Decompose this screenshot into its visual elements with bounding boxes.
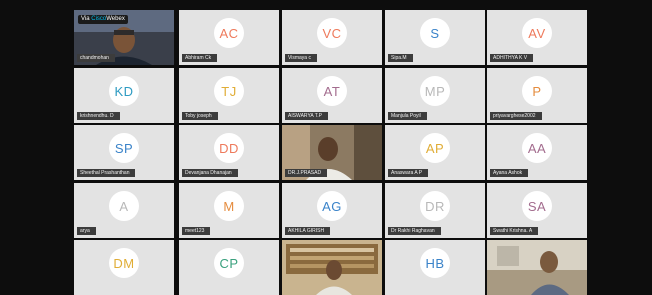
- participant-tile[interactable]: [282, 240, 382, 295]
- participant-name-label: chandmohan: [77, 54, 115, 62]
- badge-product: Webex: [106, 16, 125, 22]
- participant-avatar: TJ: [214, 76, 244, 107]
- participant-tile[interactable]: HB: [385, 240, 485, 295]
- participant-avatar: MP: [420, 76, 450, 107]
- participant-avatar: A: [109, 191, 139, 222]
- participant-name-label: ADHITHYA K V: [490, 54, 534, 62]
- participant-avatar: AC: [214, 18, 244, 49]
- participant-name-label: Anaswara A P: [388, 169, 429, 177]
- participant-avatar: SP: [109, 133, 139, 164]
- participant-tile[interactable]: [487, 240, 587, 295]
- participant-tile[interactable]: VC Vismaya c: [282, 10, 382, 65]
- participant-avatar: DD: [214, 133, 244, 164]
- participant-name-label: Vismaya c: [285, 54, 317, 62]
- participant-avatar: M: [214, 191, 244, 222]
- participant-tile[interactable]: AG AKHILA GIRISH: [282, 183, 382, 238]
- participant-name-label: AISWARYA T.P: [285, 112, 328, 120]
- participant-avatar: AG: [317, 191, 347, 222]
- participant-avatar: AV: [522, 18, 552, 49]
- participant-name-label: Sipa.M: [388, 54, 413, 62]
- participant-tile[interactable]: AP Anaswara A P: [385, 125, 485, 180]
- participant-tile[interactable]: TJ Toby joseph: [179, 68, 279, 123]
- participant-name-label: DR.J.PRASAD: [285, 169, 328, 177]
- participant-name-label: Devanjana Dhanajan: [182, 169, 238, 177]
- participant-avatar: VC: [317, 18, 347, 49]
- participant-avatar: HB: [420, 248, 450, 279]
- participant-tile[interactable]: MP Manjula Poyil: [385, 68, 485, 123]
- participant-name-label: Toby joseph: [182, 112, 218, 120]
- badge-brand: Cisco: [91, 16, 107, 22]
- participant-name-label: AKHILA GIRISH: [285, 227, 331, 235]
- participant-tile[interactable]: DR Dr Rakhi Raghavan: [385, 183, 485, 238]
- participant-tile[interactable]: DM: [74, 240, 174, 295]
- participant-tile[interactable]: CP: [179, 240, 279, 295]
- participant-name-label: Manjula Poyil: [388, 112, 427, 120]
- participant-tile[interactable]: Ppriyavarghese2002: [487, 68, 587, 123]
- participant-name-label: Ayana Ashok: [490, 169, 529, 177]
- participant-tile[interactable]: chandmohan Via CiscoWebex: [74, 10, 174, 65]
- participant-avatar: AT: [317, 76, 347, 107]
- participant-avatar: KD: [109, 76, 139, 107]
- participant-tile[interactable]: AC Abhiram Ck: [179, 10, 279, 65]
- participant-tile[interactable]: SA Swathi Krishna. A: [487, 183, 587, 238]
- participant-name-label: Dr Rakhi Raghavan: [388, 227, 441, 235]
- participant-name-label: priyavarghese2002: [490, 112, 542, 120]
- participant-tile[interactable]: Aarya: [74, 183, 174, 238]
- badge-prefix: Via: [81, 16, 92, 22]
- participant-tile[interactable]: Mmeet123: [179, 183, 279, 238]
- participant-avatar: AP: [420, 133, 450, 164]
- participant-tile[interactable]: AT AISWARYA T.P: [282, 68, 382, 123]
- participant-avatar: P: [522, 76, 552, 107]
- participant-name-label: arya: [77, 227, 96, 235]
- participant-video: [487, 240, 587, 295]
- participant-name-label: Sheethal Prashanthan: [77, 169, 136, 177]
- participant-tile[interactable]: DR.J.PRASAD: [282, 125, 382, 180]
- webex-badge: Via CiscoWebex: [78, 15, 128, 24]
- participant-name-label: Abhiram Ck: [182, 54, 218, 62]
- participant-name-label: Swathi Krishna. A: [490, 227, 539, 235]
- participant-video: [282, 240, 382, 295]
- participant-avatar: CP: [214, 248, 244, 279]
- participant-tile[interactable]: AA Ayana Ashok: [487, 125, 587, 180]
- participant-avatar: SA: [522, 191, 552, 222]
- participant-avatar: AA: [522, 133, 552, 164]
- participant-avatar: DR: [420, 191, 450, 222]
- participant-avatar: S: [420, 18, 450, 49]
- participant-tile[interactable]: KD krishnendhu. D: [74, 68, 174, 123]
- participant-tile[interactable]: DD Devanjana Dhanajan: [179, 125, 279, 180]
- participant-name-label: meet123: [182, 227, 211, 235]
- participant-tile[interactable]: SP Sheethal Prashanthan: [74, 125, 174, 180]
- meeting-window: { "meeting": { "badge": { "prefix": "Via…: [0, 0, 652, 295]
- participant-avatar: DM: [109, 248, 139, 279]
- participant-tile[interactable]: AV ADHITHYA K V: [487, 10, 587, 65]
- participant-name-label: krishnendhu. D: [77, 112, 120, 120]
- participant-tile[interactable]: S Sipa.M: [385, 10, 485, 65]
